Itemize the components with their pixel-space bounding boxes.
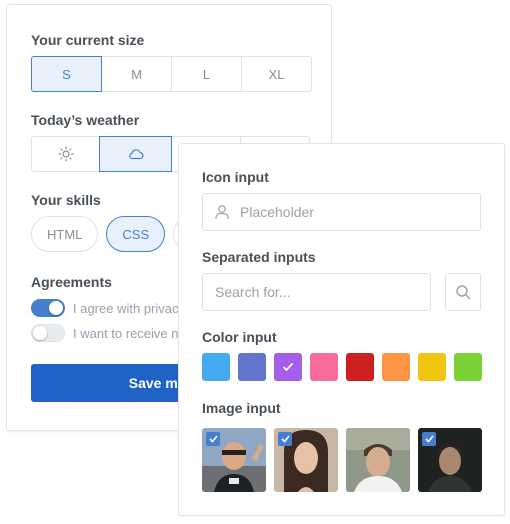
check-icon — [282, 362, 294, 372]
image-option-1[interactable] — [202, 428, 266, 492]
check-icon — [208, 435, 218, 443]
image-option-4-checkbox[interactable] — [422, 432, 436, 446]
skill-css[interactable]: CSS — [106, 216, 166, 252]
image-option-3[interactable] — [346, 428, 410, 492]
image-option-2-checkbox[interactable] — [278, 432, 292, 446]
cloud-icon — [128, 149, 144, 160]
weather-option-cloud[interactable] — [99, 136, 172, 172]
check-icon — [424, 435, 434, 443]
color-swatch-4[interactable] — [310, 353, 338, 381]
size-option-l[interactable]: L — [171, 56, 242, 92]
color-swatch-3[interactable] — [274, 353, 302, 381]
newsletter-toggle-label: I want to receive n — [73, 325, 179, 341]
search-icon — [456, 285, 471, 300]
image-option-1-checkbox[interactable] — [206, 432, 220, 446]
size-label: Your current size — [31, 32, 145, 48]
size-option-s[interactable]: S — [31, 56, 102, 92]
color-input-label: Color input — [202, 329, 277, 345]
privacy-toggle[interactable] — [31, 299, 65, 317]
weather-option-sun[interactable] — [31, 136, 100, 172]
weather-label: Today’s weather — [31, 112, 140, 128]
size-option-xl[interactable]: XL — [241, 56, 312, 92]
color-swatch-8[interactable] — [454, 353, 482, 381]
skill-html[interactable]: HTML — [31, 216, 99, 252]
image-option-2[interactable] — [274, 428, 338, 492]
image-option-4[interactable] — [418, 428, 482, 492]
color-swatch-2[interactable] — [238, 353, 266, 381]
color-swatch-6[interactable] — [382, 353, 410, 381]
check-icon — [280, 435, 290, 443]
newsletter-toggle[interactable] — [31, 324, 65, 342]
user-icon — [215, 205, 229, 219]
color-swatch-1[interactable] — [202, 353, 230, 381]
agreement-newsletter[interactable]: I want to receive n — [31, 324, 179, 342]
sun-icon — [57, 146, 74, 162]
icon-input-placeholder: Placeholder — [240, 204, 314, 220]
color-swatch-5[interactable] — [346, 353, 374, 381]
size-option-m[interactable]: M — [101, 56, 172, 92]
icon-input-field[interactable]: Placeholder — [202, 193, 481, 231]
separated-inputs-label: Separated inputs — [202, 249, 316, 265]
color-swatch-7[interactable] — [418, 353, 446, 381]
icon-input-label: Icon input — [202, 169, 269, 185]
agreements-label: Agreements — [31, 274, 112, 290]
agreement-privacy[interactable]: I agree with privac — [31, 299, 179, 317]
search-input-placeholder: Search for... — [215, 284, 291, 300]
privacy-toggle-label: I agree with privac — [73, 300, 179, 316]
skills-label: Your skills — [31, 192, 101, 208]
size-selector: S M L XL — [31, 56, 312, 92]
search-input[interactable]: Search for... — [202, 273, 431, 311]
search-button[interactable] — [445, 273, 481, 311]
inputs-card: Icon input Placeholder Separated inputs … — [178, 143, 505, 516]
image-input-label: Image input — [202, 400, 281, 416]
